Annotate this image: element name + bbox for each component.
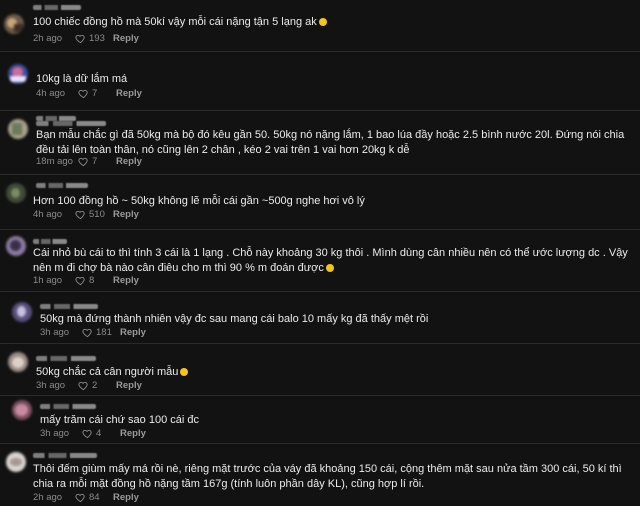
reply-button[interactable]: Reply: [116, 380, 142, 391]
like-count: 84: [89, 491, 100, 503]
comment-item: 50kg chắc cả cân người mẫu 3h ago 2 Repl…: [0, 344, 640, 396]
reply-button[interactable]: Reply: [113, 209, 139, 220]
comment-item: 100 chiếc đồng hồ mà 50kí vậy mỗi cái nặ…: [0, 0, 640, 52]
comment-time: 4h ago: [33, 208, 63, 220]
avatar[interactable]: [8, 119, 28, 139]
comment-time: 2h ago: [33, 32, 63, 44]
username-blurred[interactable]: [36, 183, 88, 188]
reply-button[interactable]: Reply: [116, 156, 142, 167]
comment-item: Bạn mẫu chắc gì đã 50kg mà bộ đó kêu gần…: [0, 111, 640, 175]
comment-item: Cái nhỏ bù cái to thì tính 3 cái là 1 lạ…: [0, 230, 640, 292]
like-button[interactable]: 7: [78, 156, 116, 167]
comment-meta: 3h ago 181 Reply: [40, 326, 146, 338]
comment-meta: 4h ago 7 Reply: [36, 87, 142, 99]
laughing-emoji-icon: [318, 18, 327, 27]
comment-text: 100 chiếc đồng hồ mà 50kí vậy mỗi cái nặ…: [33, 15, 623, 30]
like-button[interactable]: 7: [78, 88, 116, 99]
comment-text: mấy trăm cái chứ sao 100 cái đc: [40, 414, 199, 426]
avatar[interactable]: [6, 183, 26, 203]
like-button[interactable]: 84: [75, 492, 113, 503]
comment-text: Thôi đếm giùm mấy má rồi nè, riêng mặt t…: [33, 463, 622, 490]
like-count: 181: [96, 326, 112, 338]
comment-time: 2h ago: [33, 491, 63, 503]
comment-meta: 2h ago 193 Reply: [33, 32, 139, 44]
comment-meta: 18m ago 7 Reply: [36, 155, 142, 167]
like-button[interactable]: 193: [75, 33, 113, 44]
username-blurred[interactable]: [36, 356, 96, 361]
avatar[interactable]: [6, 236, 26, 256]
avatar[interactable]: [4, 14, 24, 34]
laughing-emoji-icon: [180, 368, 189, 377]
comment-meta: 2h ago 84 Reply: [33, 491, 139, 503]
comment-meta: 3h ago 2 Reply: [36, 379, 142, 391]
like-button[interactable]: 8: [75, 275, 113, 286]
comment-time: 4h ago: [36, 87, 66, 99]
comment-feed: 100 chiếc đồng hồ mà 50kí vậy mỗi cái nặ…: [0, 0, 640, 506]
like-count: 2: [92, 379, 98, 391]
comment-text: Cái nhỏ bù cái to thì tính 3 cái là 1 lạ…: [33, 247, 628, 274]
avatar[interactable]: [6, 452, 26, 472]
like-button[interactable]: 2: [78, 380, 116, 391]
comment-text: 50kg mà đứng thành nhiên vậy đc sau mang…: [40, 313, 429, 325]
comment-meta: 1h ago 8 Reply: [33, 274, 139, 286]
like-count: 193: [89, 32, 105, 44]
comment-text: Bạn mẫu chắc gì đã 50kg mà bộ đó kêu gần…: [36, 129, 625, 156]
comment-time: 3h ago: [40, 326, 70, 338]
like-count: 7: [92, 87, 98, 99]
avatar[interactable]: [8, 64, 28, 84]
comment-time: 1h ago: [33, 274, 63, 286]
username-blurred[interactable]: [33, 239, 67, 244]
comment-meta: 4h ago 510 Reply: [33, 208, 139, 220]
heart-outline-icon: [75, 493, 85, 502]
username-blurred[interactable]: [40, 304, 98, 309]
comment-item: Hơn 100 đồng hồ ~ 50kg không lẽ mỗi cái …: [0, 175, 640, 230]
comment-item: Thôi đếm giùm mấy má rồi nè, riêng mặt t…: [0, 444, 640, 506]
comment-item: mấy trăm cái chứ sao 100 cái đc 3h ago 4…: [0, 396, 640, 444]
comment-item: 10kg là dữ lắm má 4h ago 7 Reply: [0, 52, 640, 121]
reply-button[interactable]: Reply: [116, 88, 142, 99]
avatar[interactable]: [12, 302, 32, 322]
heart-outline-icon: [75, 210, 85, 219]
laughing-emoji-icon: [325, 264, 334, 273]
avatar[interactable]: [8, 352, 28, 372]
like-button[interactable]: 181: [82, 327, 120, 338]
heart-outline-icon: [78, 381, 88, 390]
comment-text: 10kg là dữ lắm má: [36, 73, 128, 85]
like-count: 4: [96, 427, 102, 439]
heart-outline-icon: [78, 157, 88, 166]
comment-meta: 3h ago 4 Reply: [40, 427, 146, 439]
reply-button[interactable]: Reply: [113, 33, 139, 44]
like-button[interactable]: 510: [75, 209, 113, 220]
username-blurred[interactable]: [33, 453, 97, 458]
username-blurred[interactable]: [33, 5, 81, 10]
like-count: 7: [92, 155, 98, 167]
comment-time: 18m ago: [36, 155, 73, 167]
reply-button[interactable]: Reply: [113, 275, 139, 286]
avatar[interactable]: [12, 400, 32, 420]
reply-button[interactable]: Reply: [113, 492, 139, 503]
comment-text: Hơn 100 đồng hồ ~ 50kg không lẽ mỗi cái …: [33, 195, 365, 207]
like-button[interactable]: 4: [82, 428, 120, 439]
reply-button[interactable]: Reply: [120, 327, 146, 338]
comment-item: 50kg mà đứng thành nhiên vậy đc sau mang…: [0, 292, 640, 344]
heart-outline-icon: [82, 328, 92, 337]
heart-outline-icon: [78, 89, 88, 98]
username-blurred[interactable]: [40, 404, 96, 409]
heart-outline-icon: [75, 34, 85, 43]
heart-outline-icon: [75, 276, 85, 285]
username-blurred[interactable]: [36, 121, 106, 126]
comment-time: 3h ago: [40, 427, 70, 439]
comment-time: 3h ago: [36, 379, 66, 391]
reply-button[interactable]: Reply: [120, 428, 146, 439]
like-count: 510: [89, 208, 105, 220]
like-count: 8: [89, 274, 95, 286]
comment-text: 50kg chắc cả cân người mẫu: [36, 365, 616, 380]
heart-outline-icon: [82, 429, 92, 438]
